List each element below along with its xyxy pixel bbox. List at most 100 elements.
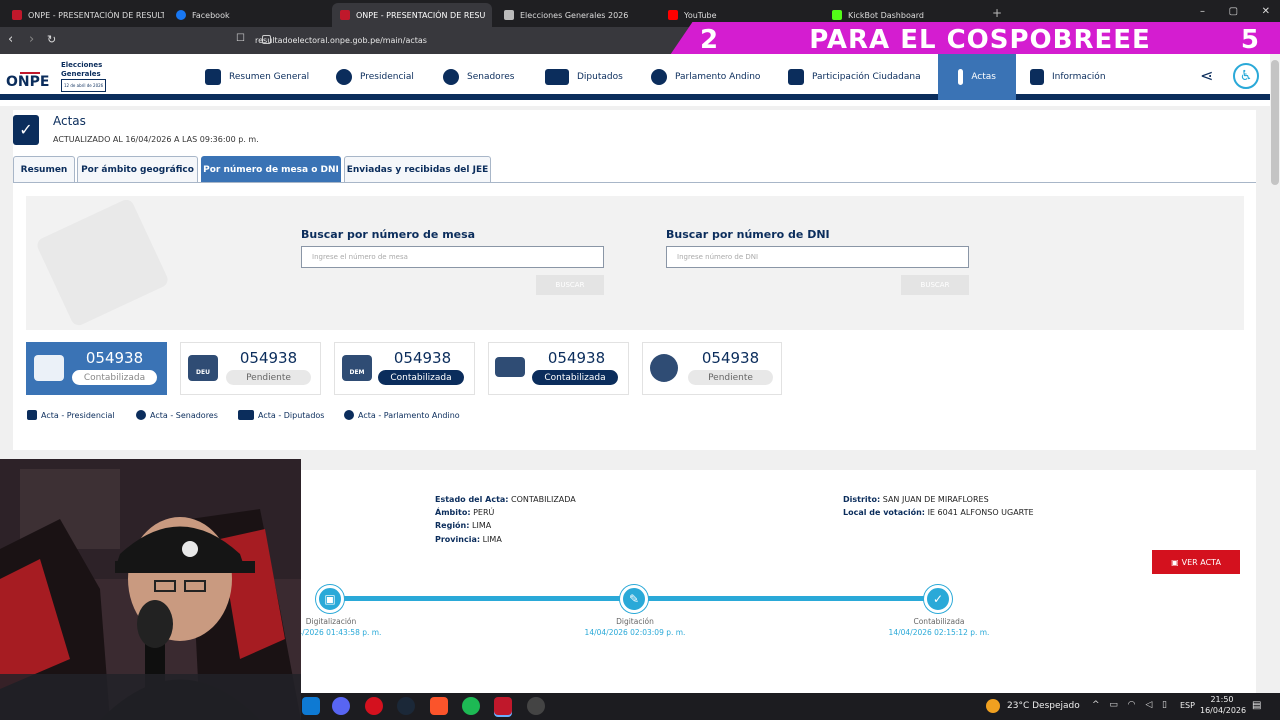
logo-date: 12 de abril de 2026 xyxy=(61,79,107,92)
clock[interactable]: 21:50 16/04/2026 xyxy=(1200,694,1246,716)
nav-participacion-ciudadana[interactable]: Participación Ciudadana xyxy=(788,54,921,100)
presidential-seal-icon xyxy=(27,410,37,420)
estado-row: Estado del Acta: CONTABILIZADA xyxy=(435,495,576,504)
dni-search-input[interactable]: Ingrese número de DNI xyxy=(666,246,969,268)
nav-actas[interactable]: Actas xyxy=(938,54,1016,100)
tabs-divider xyxy=(13,182,1256,183)
nav-presidencial[interactable]: Presidencial xyxy=(336,54,414,100)
weather-text[interactable]: 23°C Despejado xyxy=(1007,701,1080,711)
provincia-value: LIMA xyxy=(482,535,502,544)
info-doc-icon xyxy=(1030,69,1044,85)
nav-label: Resumen General xyxy=(229,72,310,82)
browser-active-icon[interactable] xyxy=(494,697,512,715)
nav-informacion[interactable]: Información xyxy=(1030,54,1106,100)
tab-resumen[interactable]: Resumen xyxy=(13,156,75,182)
nav-label: Presidencial xyxy=(360,72,414,82)
weather-icon xyxy=(986,699,1000,713)
nav-diputados[interactable]: Diputados xyxy=(545,54,623,100)
share-icon[interactable]: ⋖ xyxy=(1200,66,1213,85)
distrito-value: SAN JUAN DE MIRAFLORES xyxy=(882,495,989,504)
image-icon: ▣ xyxy=(1171,557,1179,567)
obs-icon[interactable] xyxy=(527,697,545,715)
count-card-diputados[interactable]: 054938 Contabilizada xyxy=(488,342,629,395)
legend-label: Acta - Presidencial xyxy=(41,410,115,420)
tray-expand-icon[interactable]: ^ xyxy=(1092,700,1100,710)
page-favicon-icon xyxy=(504,10,514,20)
banner-left-number: 2 xyxy=(700,25,720,55)
webcam-overlay xyxy=(0,459,301,720)
count-card-parlamento[interactable]: 054938 Pendiente xyxy=(642,342,782,395)
reload-icon[interactable]: ↻ xyxy=(47,33,56,46)
tab-por-mesa-dni[interactable]: Por número de mesa o DNI xyxy=(201,156,341,182)
tab-label: Por número de mesa o DNI xyxy=(203,164,339,175)
region-value: LIMA xyxy=(472,521,492,530)
senate-deu-icon xyxy=(188,355,218,381)
tab-label: Por ámbito geográfico xyxy=(81,164,194,175)
estado-label: Estado del Acta: xyxy=(435,495,509,504)
region-label: Región: xyxy=(435,521,470,530)
volume-icon[interactable]: ◁ xyxy=(1145,700,1152,710)
battery-icon[interactable]: ▯ xyxy=(1162,700,1167,710)
back-icon[interactable]: ‹ xyxy=(8,32,13,47)
brave-icon[interactable] xyxy=(430,697,448,715)
legend-parlamento: Acta - Parlamento Andino xyxy=(344,409,460,421)
tab-por-ambito[interactable]: Por ámbito geográfico xyxy=(77,156,198,182)
onpe-logo[interactable]: ONPE xyxy=(6,60,56,96)
steam-icon[interactable] xyxy=(397,697,415,715)
ver-acta-label: VER ACTA xyxy=(1181,557,1221,567)
count-card-dem[interactable]: DEM 054938 Contabilizada xyxy=(334,342,475,395)
app-icon[interactable] xyxy=(365,697,383,715)
kickbot-icon xyxy=(832,10,842,20)
elecciones-logo: Elecciones Generales 12 de abril de 2026 xyxy=(61,61,107,92)
edge-icon[interactable] xyxy=(302,697,320,715)
clipboard-check-icon: ✓ xyxy=(13,115,39,145)
senate-icon xyxy=(443,69,459,85)
notifications-icon[interactable]: ▤ xyxy=(1252,700,1261,711)
count-card-presidencial[interactable]: 054938 Contabilizada xyxy=(26,342,167,395)
mesa-search-button[interactable]: BUSCAR xyxy=(536,275,604,295)
mesa-search-label: Buscar por número de mesa xyxy=(301,228,476,241)
tab-label: YouTube xyxy=(684,10,717,20)
browser-tab[interactable]: Elecciones Generales 2026 xyxy=(496,3,656,27)
mesa-search-input[interactable]: Ingrese el número de mesa xyxy=(301,246,604,268)
close-tab-icon[interactable]: ✕ xyxy=(491,10,492,20)
minimize-icon[interactable]: – xyxy=(1200,6,1205,17)
network-icon[interactable]: ▭ xyxy=(1109,700,1118,710)
new-tab-icon[interactable]: + xyxy=(992,6,1002,20)
nav-label: Parlamento Andino xyxy=(675,72,761,82)
banner-right-number: 5 xyxy=(1240,25,1260,55)
legend-label: Acta - Parlamento Andino xyxy=(358,410,460,420)
provincia-label: Provincia: xyxy=(435,535,481,544)
forward-icon[interactable]: › xyxy=(29,32,34,47)
digitalizacion-icon: ▣ xyxy=(316,585,344,613)
count-number: 054938 xyxy=(239,349,298,367)
dni-search-button[interactable]: BUSCAR xyxy=(901,275,969,295)
wifi-icon[interactable]: ◠ xyxy=(1128,700,1136,710)
spotify-icon[interactable] xyxy=(462,697,480,715)
browser-tab-active[interactable]: ONPE - PRESENTACIÓN DE RESU ✕ xyxy=(332,3,492,27)
tab-enviadas-jee[interactable]: Enviadas y recibidas del JEE xyxy=(344,156,491,182)
seal-icon xyxy=(336,69,352,85)
provincia-row: Provincia: LIMA xyxy=(435,535,502,544)
nav-label: Diputados xyxy=(577,72,623,82)
ver-acta-button[interactable]: ▣ VER ACTA xyxy=(1152,550,1240,574)
scrollbar-thumb[interactable] xyxy=(1271,60,1279,185)
browser-tab[interactable]: ONPE - PRESENTACIÓN DE RESULTADO xyxy=(4,3,164,27)
facebook-icon xyxy=(176,10,186,20)
bookmark-icon[interactable]: ☐ xyxy=(236,33,245,44)
close-window-icon[interactable]: ✕ xyxy=(1262,6,1270,17)
accessibility-icon[interactable]: ♿ xyxy=(1233,63,1259,89)
count-tag: DEU xyxy=(196,369,210,376)
nav-senadores[interactable]: Senadores xyxy=(443,54,514,100)
senate-dem-icon xyxy=(342,355,372,381)
url-field[interactable]: resultadoelectoral.onpe.gob.pe/main/acta… xyxy=(255,31,685,50)
nav-label: Participación Ciudadana xyxy=(812,72,921,82)
language-indicator[interactable]: ESP xyxy=(1180,701,1195,710)
browser-tab[interactable]: Facebook xyxy=(168,3,328,27)
nav-parlamento-andino[interactable]: Parlamento Andino xyxy=(651,54,760,100)
senate-icon xyxy=(136,410,146,420)
count-card-deu[interactable]: DEU 054938 Pendiente xyxy=(180,342,321,395)
discord-icon[interactable] xyxy=(332,697,350,715)
maximize-icon[interactable]: ▢ xyxy=(1229,6,1238,17)
nav-resumen-general[interactable]: Resumen General xyxy=(205,54,309,100)
